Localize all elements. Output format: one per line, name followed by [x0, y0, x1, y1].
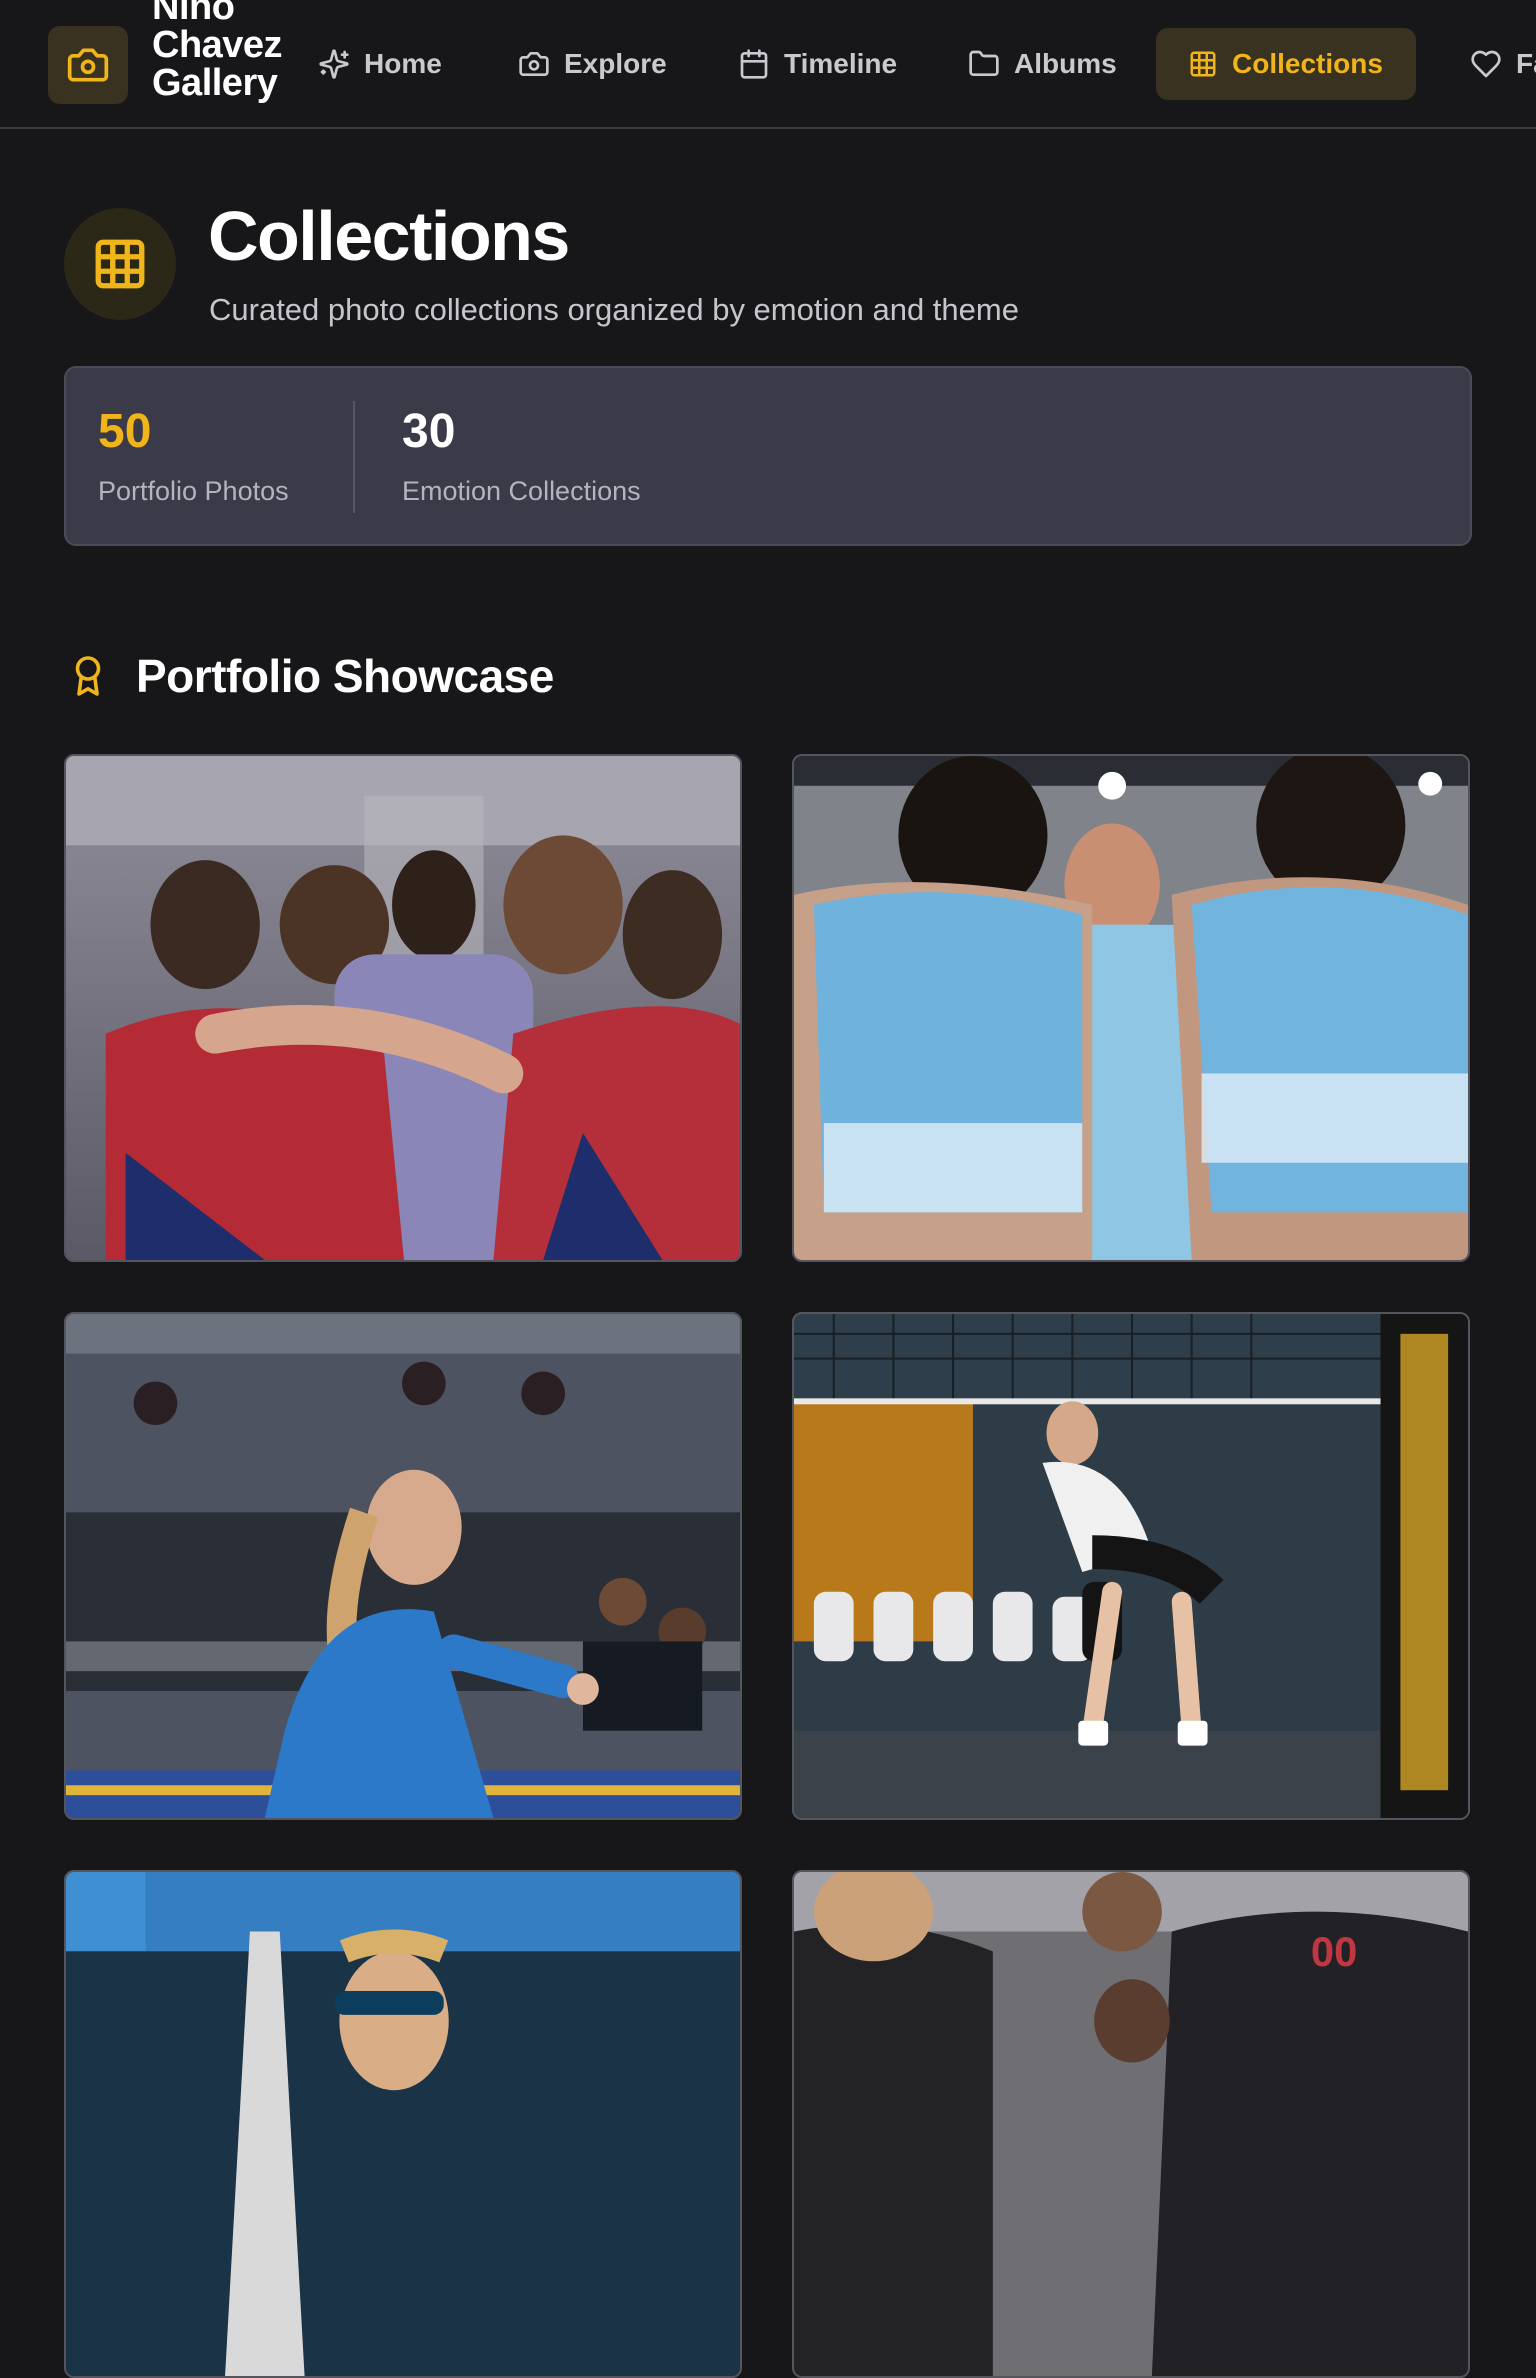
- photo-image: [66, 1314, 740, 1818]
- stat-divider: [353, 401, 355, 513]
- photo-image: 00: [794, 1872, 1468, 2376]
- brand-name-line: Nino: [152, 0, 235, 28]
- camera-icon: [67, 48, 109, 82]
- grid-icon: [95, 239, 145, 289]
- photo-tile-player-blue-jersey[interactable]: [64, 1312, 742, 1820]
- nav-item-albums[interactable]: Albums: [938, 28, 1147, 100]
- photo-tile-player-sunglasses[interactable]: [64, 1870, 742, 2378]
- brand-name-line: Gallery: [152, 62, 278, 104]
- page-header-icon: [64, 208, 176, 320]
- award-icon: [75, 656, 101, 696]
- sparkles-icon: [319, 49, 349, 79]
- brand-name-line: Chavez: [152, 24, 283, 66]
- nav-item-collections[interactable]: Collections: [1156, 28, 1416, 100]
- brand-logo-button[interactable]: [48, 26, 128, 104]
- grid-icon: [1190, 51, 1216, 77]
- brand-name[interactable]: Nino Chavez Gallery: [152, 0, 302, 102]
- nav-item-label: Collections: [1232, 48, 1383, 79]
- nav-item-label: Home: [364, 48, 442, 79]
- photo-tile-players-black-red[interactable]: 00: [792, 1870, 1470, 2378]
- nav-item-timeline[interactable]: Timeline: [708, 28, 927, 100]
- photo-tile-team-huddle-red[interactable]: [64, 754, 742, 1262]
- photo-image: [794, 1314, 1468, 1818]
- nav-item-label: Albums: [1014, 48, 1117, 79]
- stat-label: Emotion Collections: [402, 476, 641, 506]
- nav-item-label: Explore: [564, 48, 667, 79]
- page-subtitle: Curated photo collections organized by e…: [209, 292, 1019, 327]
- nav-item-label: Timeline: [784, 48, 898, 79]
- calendar-icon: [740, 49, 768, 79]
- nav-item-explore[interactable]: Explore: [488, 28, 697, 100]
- stat-value: 50: [98, 405, 152, 458]
- photo-image: [66, 756, 740, 1260]
- top-navigation-bar: Nino Chavez Gallery Home Explore Timelin…: [0, 0, 1536, 129]
- stat-value: 30: [402, 405, 456, 458]
- section-title: Portfolio Showcase: [136, 650, 554, 702]
- camera-icon: [519, 52, 549, 76]
- photo-tile-team-huddle-blue[interactable]: [792, 754, 1470, 1262]
- svg-text:00: 00: [1311, 1928, 1357, 1975]
- heart-icon: [1471, 50, 1501, 78]
- nav-item-favorites[interactable]: Fa: [1440, 28, 1536, 100]
- folder-icon: [969, 50, 999, 76]
- stats-panel: 50 Portfolio Photos 30 Emotion Collectio…: [64, 366, 1472, 546]
- stat-label: Portfolio Photos: [98, 476, 289, 506]
- stat-portfolio-photos: 50 Portfolio Photos: [98, 404, 289, 508]
- nav-item-home[interactable]: Home: [288, 28, 472, 100]
- nav-item-label: Fa: [1516, 48, 1536, 79]
- photo-image: [794, 756, 1468, 1260]
- stat-emotion-collections: 30 Emotion Collections: [402, 404, 641, 508]
- photo-tile-player-milwaukee[interactable]: [792, 1312, 1470, 1820]
- page-title: Collections: [208, 197, 570, 275]
- section-header: Portfolio Showcase: [70, 648, 554, 704]
- photo-image: [66, 1872, 740, 2376]
